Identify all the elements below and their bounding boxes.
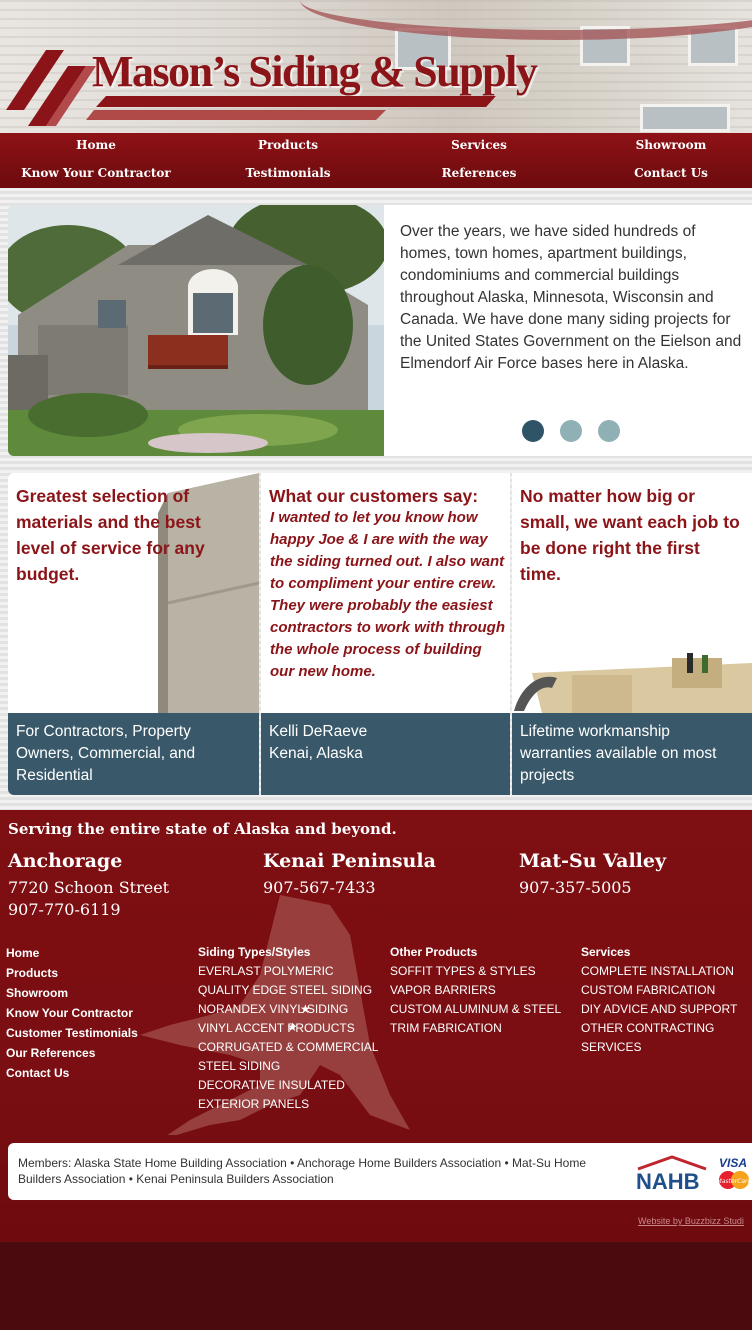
- footer-link-contact-us[interactable]: Contact Us: [6, 1063, 138, 1083]
- footer-link-home[interactable]: Home: [6, 943, 138, 963]
- slider-dot-3[interactable]: [598, 420, 620, 442]
- location-phone[interactable]: 907-357-5005: [519, 878, 632, 897]
- location-street: 7720 Schoon Street: [8, 878, 170, 897]
- footer-link-siding[interactable]: NORANDEX VINYL SIDING: [198, 1000, 378, 1019]
- website-credit-link[interactable]: Website by Buzzbizz Studi: [638, 1216, 744, 1226]
- house-photo: [8, 205, 384, 456]
- svg-text:NAHB: NAHB: [636, 1169, 700, 1191]
- footer-siding-links: Siding Types/Styles EVERLAST POLYMERIC Q…: [198, 943, 378, 1114]
- nav-home[interactable]: Home: [2, 138, 190, 152]
- location-city: Mat-Su Valley: [519, 850, 667, 872]
- nav-products[interactable]: Products: [194, 138, 382, 152]
- location-city: Kenai Peninsula: [263, 850, 436, 872]
- location-city: Anchorage: [8, 850, 123, 872]
- feature-card-quality: No matter how big or small, we want each…: [512, 473, 752, 795]
- hero-slider: Over the years, we have sided hundreds o…: [8, 205, 752, 456]
- footer-link-other[interactable]: SOFFIT TYPES & STYLES: [390, 962, 565, 981]
- memberships-text: Members: Alaska State Home Building Asso…: [18, 1156, 587, 1186]
- main-navigation: Home Products Services Showroom Know You…: [0, 133, 752, 188]
- footer-tagline: Serving the entire state of Alaska and b…: [8, 820, 397, 838]
- nav-services[interactable]: Services: [385, 138, 573, 152]
- site-header: Mason’s Siding & Supply: [0, 0, 752, 133]
- footer-heading-siding[interactable]: Siding Types/Styles: [198, 943, 378, 962]
- footer-main-links: Home Products Showroom Know Your Contrac…: [6, 943, 138, 1083]
- footer-link-siding[interactable]: VINYL ACCENT PRODUCTS: [198, 1019, 378, 1038]
- site-footer: ★ ★ Serving the entire state of Alaska a…: [0, 810, 752, 1242]
- location-phone[interactable]: 907-770-6119: [8, 900, 121, 919]
- feature-card-testimonial: What our customers say: I wanted to let …: [261, 473, 510, 795]
- footer-link-service[interactable]: OTHER CONTRACTING SERVICES: [581, 1019, 746, 1057]
- location-phone[interactable]: 907-567-7433: [263, 878, 376, 897]
- mastercard-logo-icon: MasterCard: [717, 1171, 752, 1189]
- testimonial-location: Kenai, Alaska: [269, 745, 363, 762]
- card-footer: For Contractors, Property Owners, Commer…: [8, 713, 259, 795]
- logo-text[interactable]: Mason’s Siding & Supply: [92, 46, 538, 97]
- footer-link-service[interactable]: COMPLETE INSTALLATION: [581, 962, 746, 981]
- visa-logo-icon: VISA: [716, 1155, 750, 1170]
- tool-belt-image: [514, 653, 752, 713]
- nav-know-your-contractor[interactable]: Know Your Contractor: [2, 166, 190, 180]
- footer-heading-other[interactable]: Other Products: [390, 943, 565, 962]
- feature-card-selection: Greatest selection of materials and the …: [8, 473, 259, 795]
- nahb-logo-icon: NAHB: [636, 1155, 707, 1191]
- footer-link-siding[interactable]: QUALITY EDGE STEEL SIDING: [198, 981, 378, 1000]
- nav-testimonials[interactable]: Testimonials: [194, 166, 382, 180]
- logo-mark-icon[interactable]: [6, 50, 96, 128]
- footer-other-links: Other Products SOFFIT TYPES & STYLES VAP…: [390, 943, 565, 1038]
- footer-link-siding[interactable]: DECORATIVE INSULATED EXTERIOR PANELS: [198, 1076, 378, 1114]
- footer-heading-services[interactable]: Services: [581, 943, 746, 962]
- footer-link-our-references[interactable]: Our References: [6, 1043, 138, 1063]
- footer-link-products[interactable]: Products: [6, 963, 138, 983]
- svg-text:MasterCard: MasterCard: [717, 1178, 752, 1185]
- footer-link-service[interactable]: DIY ADVICE AND SUPPORT: [581, 1000, 746, 1019]
- card-heading: No matter how big or small, we want each…: [520, 486, 740, 584]
- testimonial-quote: I wanted to let you know how happy Joe &…: [270, 509, 505, 680]
- hero-text: Over the years, we have sided hundreds o…: [400, 223, 742, 372]
- footer-services-links: Services COMPLETE INSTALLATION CUSTOM FA…: [581, 943, 746, 1057]
- card-footer: Kelli DeRaeve Kenai, Alaska: [261, 713, 510, 795]
- card-footer: Lifetime workmanship warranties availabl…: [512, 713, 752, 795]
- footer-link-customer-testimonials[interactable]: Customer Testimonials: [6, 1023, 138, 1043]
- nav-showroom[interactable]: Showroom: [577, 138, 752, 152]
- footer-link-other[interactable]: CUSTOM ALUMINUM & STEEL TRIM FABRICATION: [390, 1000, 565, 1038]
- card-heading: Greatest selection of materials and the …: [16, 486, 205, 584]
- footer-link-siding[interactable]: CORRUGATED & COMMERCIAL STEEL SIDING: [198, 1038, 378, 1076]
- slider-dot-2[interactable]: [560, 420, 582, 442]
- card-heading: What our customers say:: [269, 486, 479, 506]
- footer-link-service[interactable]: CUSTOM FABRICATION: [581, 981, 746, 1000]
- nav-contact-us[interactable]: Contact Us: [577, 166, 752, 180]
- footer-link-know-your-contractor[interactable]: Know Your Contractor: [6, 1003, 138, 1023]
- nav-references[interactable]: References: [385, 166, 573, 180]
- footer-link-showroom[interactable]: Showroom: [6, 983, 138, 1003]
- house-window: [640, 104, 730, 132]
- logo-underline-bars: [86, 96, 496, 120]
- footer-link-siding[interactable]: EVERLAST POLYMERIC: [198, 962, 378, 981]
- testimonial-author: Kelli DeRaeve: [269, 723, 368, 740]
- footer-link-other[interactable]: VAPOR BARRIERS: [390, 981, 565, 1000]
- memberships-bar: Members: Alaska State Home Building Asso…: [8, 1143, 752, 1200]
- slider-dot-1[interactable]: [522, 420, 544, 442]
